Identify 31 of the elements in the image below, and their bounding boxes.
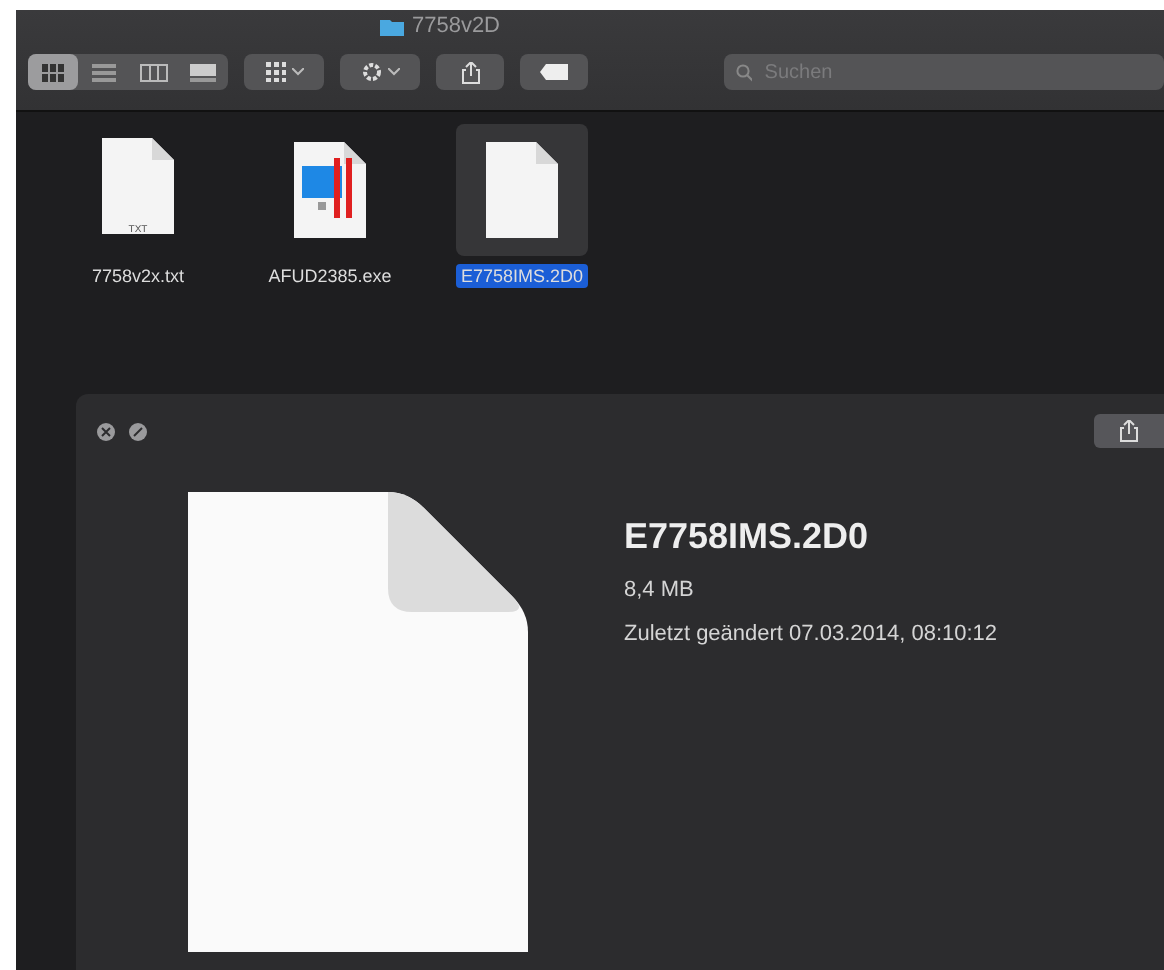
- share-icon: [1120, 420, 1138, 442]
- columns-view-icon: [139, 63, 167, 81]
- share-icon: [461, 61, 479, 83]
- preview-file-name: E7758IMS.2D0: [624, 516, 871, 558]
- share-button[interactable]: [1094, 414, 1164, 448]
- tag-button[interactable]: [520, 54, 588, 90]
- application-file-icon: [290, 138, 370, 242]
- grid-view-icon: [41, 63, 65, 81]
- file-name[interactable]: 7758v2x.txt: [87, 264, 189, 288]
- document-icon: [482, 138, 562, 242]
- document-preview-icon: [188, 492, 528, 952]
- file-name[interactable]: AFUD2385.exe: [264, 264, 396, 288]
- close-icon[interactable]: [96, 421, 116, 441]
- file-size: 8,4 MB: [624, 578, 696, 602]
- folder-icon: [379, 17, 404, 35]
- file-icon-tile[interactable]: [456, 124, 588, 256]
- caret-icon: [291, 68, 303, 76]
- file-name[interactable]: E7758IMS.2D0: [456, 264, 588, 288]
- modified-date: Zuletzt geändert 07.03.2014, 08:10:12: [624, 622, 998, 646]
- action-button[interactable]: [340, 54, 420, 90]
- tag-icon: [540, 64, 568, 80]
- list-view-icon: [91, 63, 115, 81]
- grid-icon: [265, 62, 285, 82]
- view-mode-button[interactable]: [28, 54, 78, 90]
- share-button[interactable]: [436, 54, 504, 90]
- window-title: 7758v2D: [411, 14, 501, 38]
- gallery-view-icon: [190, 63, 216, 81]
- search-icon: [736, 63, 753, 81]
- text-file-icon: [98, 133, 178, 237]
- caret-icon: [387, 68, 399, 76]
- arrange-button[interactable]: [244, 54, 324, 90]
